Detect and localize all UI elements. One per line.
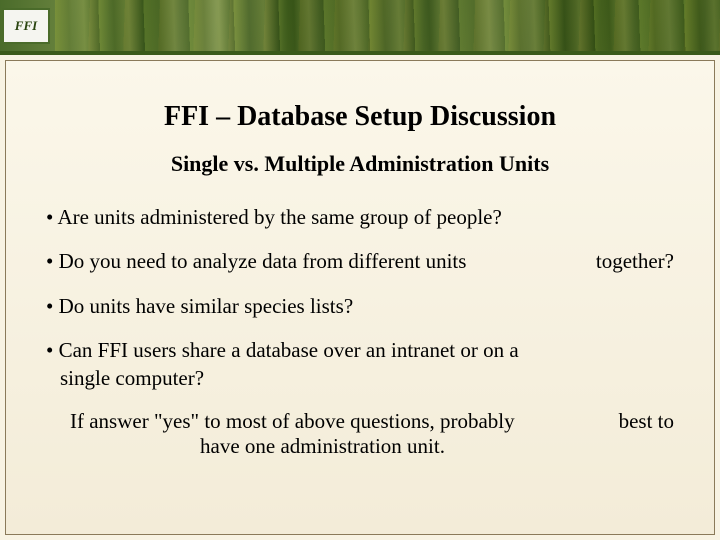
bullet-text: • Do you need to analyze data from diffe… bbox=[46, 247, 466, 275]
bullet-text: • Are units administered by the same gro… bbox=[46, 203, 502, 231]
bullet-item: • Do you need to analyze data from diffe… bbox=[46, 247, 674, 275]
conclusion: If answer "yes" to most of above questio… bbox=[46, 409, 674, 459]
slide-title: FFI – Database Setup Discussion bbox=[46, 101, 674, 133]
logo-text: FFI bbox=[15, 18, 37, 34]
header-banner: FFI bbox=[0, 0, 720, 55]
bullet-item: • Do units have similar species lists? bbox=[46, 292, 674, 320]
bullet-item: • Are units administered by the same gro… bbox=[46, 203, 674, 231]
bullet-list: • Are units administered by the same gro… bbox=[46, 203, 674, 393]
bullet-item: • Can FFI users share a database over an… bbox=[46, 336, 674, 393]
banner-texture bbox=[55, 0, 720, 51]
slide-content: FFI – Database Setup Discussion Single v… bbox=[5, 60, 715, 535]
bullet-text: • Do units have similar species lists? bbox=[46, 292, 353, 320]
conclusion-trail: best to bbox=[599, 409, 674, 434]
ffi-logo: FFI bbox=[2, 8, 50, 44]
slide-subtitle: Single vs. Multiple Administration Units bbox=[46, 151, 674, 177]
conclusion-text: If answer "yes" to most of above questio… bbox=[70, 409, 515, 459]
bullet-trail: together? bbox=[566, 247, 674, 275]
bullet-text: • Can FFI users share a database over an… bbox=[46, 336, 519, 393]
